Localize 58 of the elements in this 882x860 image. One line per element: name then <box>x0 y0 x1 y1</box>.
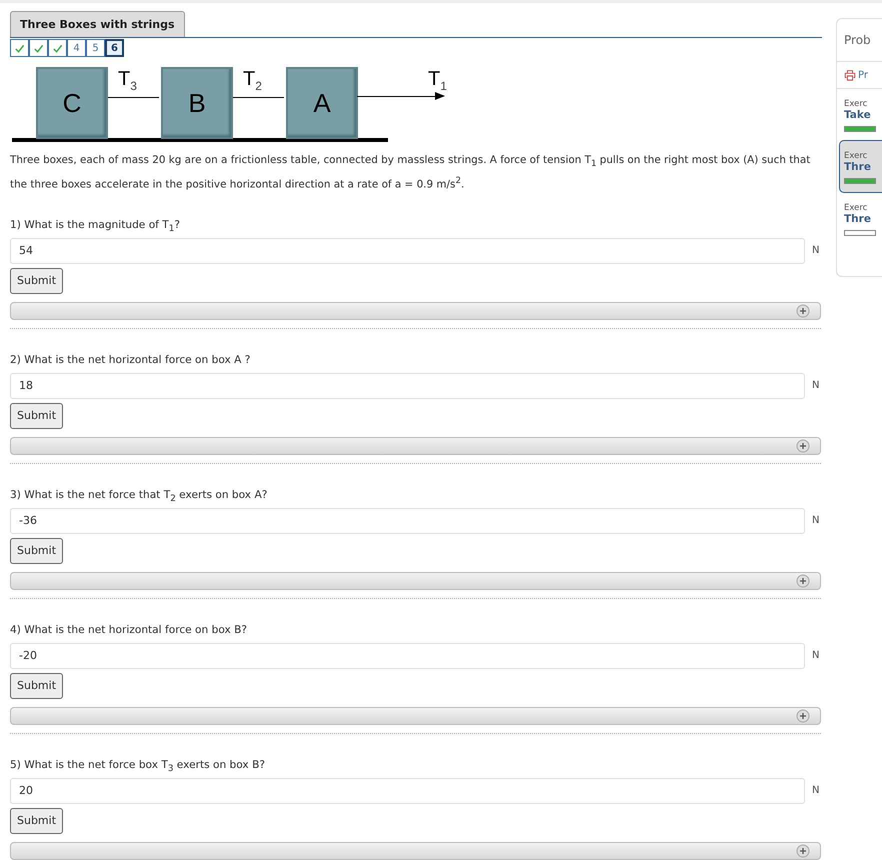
submit-button[interactable]: Submit <box>10 402 64 429</box>
exercise-label: Exerc <box>844 203 868 213</box>
checkmark-icon <box>33 42 44 54</box>
box-drawing: C <box>36 67 108 139</box>
string-line <box>108 97 159 98</box>
step-button[interactable]: 4 <box>67 39 86 57</box>
exercise-item[interactable]: Exerc Thre <box>839 140 882 193</box>
problem-text: Three boxes, each of mass 20 kg are on a frictionless table, connected by massless strings. A force of tension T$_{1}$ pulls on the right most box (A) such that the three boxes accelerate in the positive horizontal direction at a rate of a = 0.9 m/s$^{2}$. <box>10 153 812 193</box>
tension-label: T$_{1}$ <box>428 69 447 92</box>
unit-label: N <box>812 515 820 526</box>
checkmark-icon <box>14 42 25 54</box>
answer-field[interactable]: -20 <box>10 642 805 669</box>
progress-bar <box>844 126 876 132</box>
box-drawing: A <box>286 67 358 139</box>
answer-field[interactable]: 20 <box>10 778 805 804</box>
checkmark-icon <box>52 42 63 54</box>
exercise-title: Thre <box>844 213 871 225</box>
question-text: 1) What is the magnitude of T$_{1}$? <box>10 218 181 235</box>
step-button[interactable] <box>48 39 67 57</box>
plus-icon[interactable] <box>796 304 810 318</box>
question-text: 3) What is the net force that T$_{2}$ exerts on box A? <box>10 488 268 505</box>
box-drawing: B <box>161 67 233 139</box>
plus-icon[interactable] <box>796 708 810 723</box>
plus-icon[interactable] <box>796 844 810 858</box>
exercise-title: Thre <box>844 161 871 173</box>
submit-button[interactable]: Submit <box>10 538 64 564</box>
exercise-item[interactable]: Exerc Thre <box>837 193 882 244</box>
question-text: 2) What is the net horizontal force on box A ? <box>10 354 252 368</box>
exercise-label: Exerc <box>844 151 868 161</box>
answer-field[interactable]: 18 <box>10 372 805 399</box>
unit-label: N <box>812 650 820 662</box>
unit-label: N <box>812 380 820 392</box>
plus-icon[interactable] <box>796 438 810 453</box>
question-text: 4) What is the net horizontal force on box B? <box>10 624 248 638</box>
unit-label: N <box>812 245 820 256</box>
progress-bar <box>844 178 876 184</box>
exercise-item[interactable]: Exerc Take <box>837 89 882 140</box>
step-button[interactable]: 6 <box>105 39 124 57</box>
answer-field[interactable]: 54 <box>10 238 805 264</box>
step-button[interactable]: 5 <box>86 39 105 57</box>
submit-button[interactable]: Submit <box>10 808 64 834</box>
string-line <box>233 97 284 98</box>
submit-button[interactable]: Submit <box>10 268 64 294</box>
print-link[interactable]: Pr <box>858 70 868 80</box>
exercise-title: Take <box>844 109 871 121</box>
step-button[interactable] <box>10 39 29 57</box>
plus-icon[interactable] <box>796 574 810 588</box>
question-text: 5) What is the net force box T$_{3}$ exerts on box B? <box>10 758 266 775</box>
sidebar-title: Prob <box>837 19 882 62</box>
unit-label: N <box>812 785 820 796</box>
exercise-tab[interactable]: Three Boxes with strings <box>10 11 184 37</box>
printer-icon[interactable] <box>844 69 856 81</box>
tension-label: T$_{3}$ <box>118 69 137 92</box>
step-button[interactable] <box>29 39 48 57</box>
submit-button[interactable]: Submit <box>10 672 64 699</box>
exercise-label: Exerc <box>844 99 868 109</box>
tension-label: T$_{2}$ <box>243 69 262 92</box>
answer-field[interactable]: -36 <box>10 508 805 534</box>
